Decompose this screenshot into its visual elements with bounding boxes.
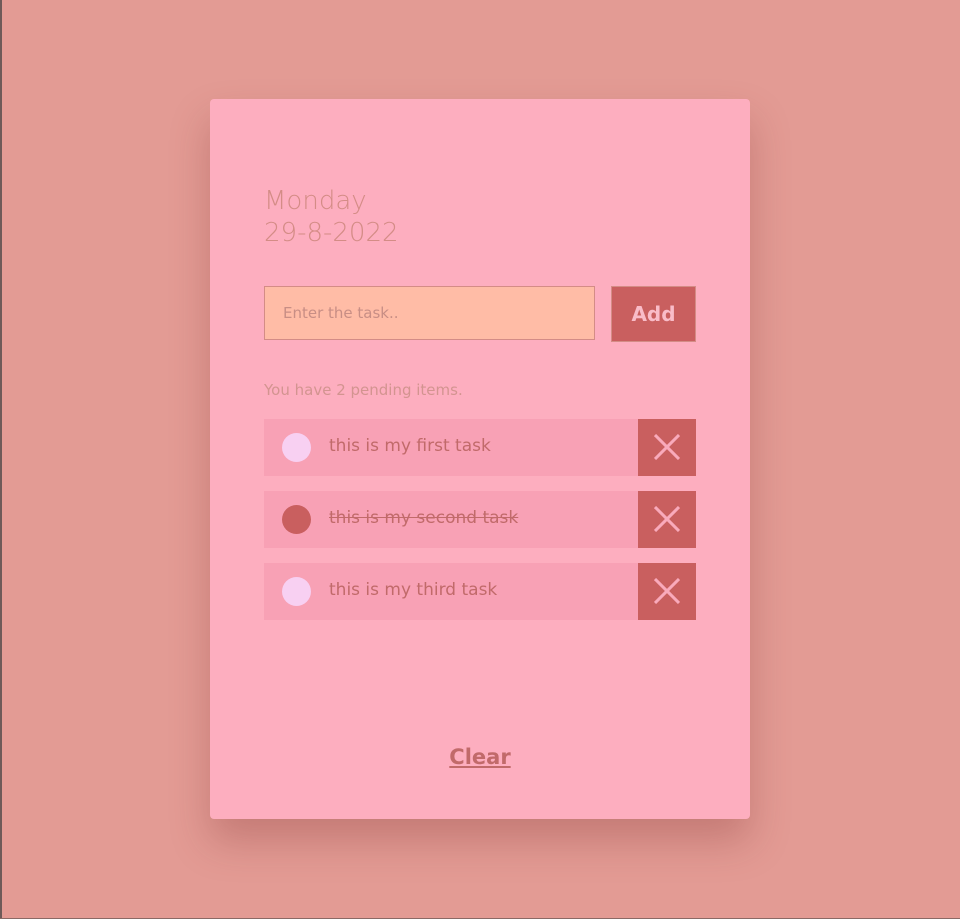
pending-count-text: You have 2 pending items. <box>264 381 463 399</box>
date-label: 29-8-2022 <box>264 218 399 248</box>
day-label: Monday <box>264 186 367 216</box>
date-header: Monday 29-8-2022 <box>264 185 399 249</box>
list-item: this is my first task <box>264 419 696 476</box>
task-text[interactable]: this is my third task <box>329 580 497 600</box>
close-icon <box>654 506 680 532</box>
delete-task-button[interactable] <box>638 491 696 548</box>
delete-task-button[interactable] <box>638 419 696 476</box>
list-item: this is my third task <box>264 563 696 620</box>
delete-task-button[interactable] <box>638 563 696 620</box>
task-text[interactable]: this is my first task <box>329 436 491 456</box>
list-item: this is my second task <box>264 491 696 548</box>
task-text[interactable]: this is my second task <box>329 508 518 528</box>
window-left-edge <box>0 0 2 919</box>
task-toggle-checkbox[interactable] <box>282 577 311 606</box>
todo-card: Monday 29-8-2022 Add You have 2 pending … <box>210 99 750 819</box>
clear-button[interactable]: Clear <box>210 745 750 769</box>
close-icon <box>654 434 680 460</box>
add-button[interactable]: Add <box>611 286 696 342</box>
task-input[interactable] <box>264 286 595 340</box>
task-toggle-checkbox[interactable] <box>282 433 311 462</box>
task-list: this is my first task this is my second … <box>264 419 696 635</box>
task-toggle-checkbox[interactable] <box>282 505 311 534</box>
close-icon <box>654 578 680 604</box>
